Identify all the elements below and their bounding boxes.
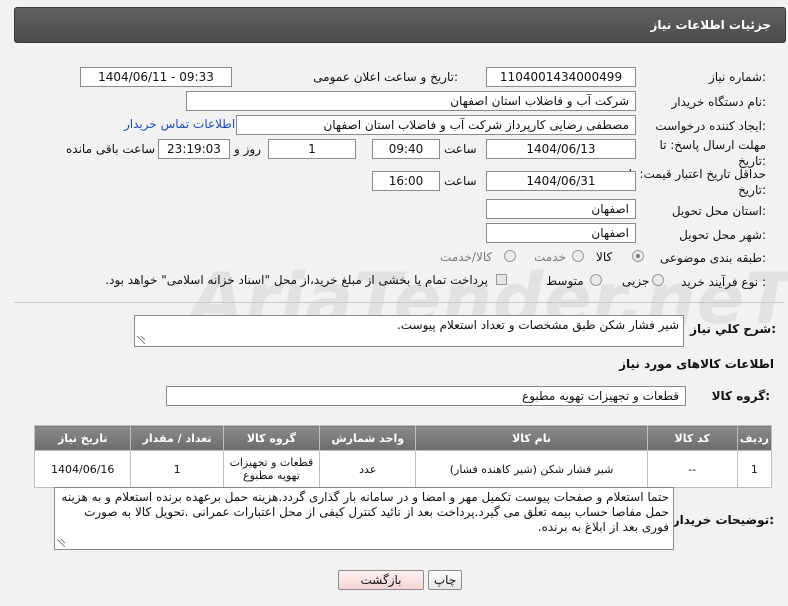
requester-label: ایجاد کننده درخواست:: [655, 119, 766, 133]
cell-group: قطعات و تجهیزات تهویه مطبوع: [222, 450, 321, 488]
buyer-notes-textarea: حتما استعلام و صفحات پیوست تکمیل مهر و ا…: [54, 487, 674, 550]
delivery-province-label: استان محل تحویل:: [671, 204, 766, 218]
need-number-field: 1104001434000499: [486, 67, 636, 87]
process-radio-medium[interactable]: [590, 274, 602, 286]
category-radio-goods-service[interactable]: [504, 250, 516, 262]
deadline-date-field: 1404/06/13: [486, 139, 636, 159]
delivery-city-label: شهر محل تحویل:: [679, 228, 766, 242]
description-textarea: شیر فشار شکن طبق مشخصات و تعداد استعلام …: [134, 315, 684, 347]
resize-grip-icon[interactable]: [57, 539, 65, 547]
cell-qty: 1: [130, 450, 224, 488]
col-qty: تعداد / مقدار: [130, 425, 224, 451]
cell-row: 1: [736, 450, 773, 488]
remaining-time-field: 23:19:03: [158, 139, 230, 159]
process-option-minor: جزیی: [622, 274, 650, 288]
goods-group-label: گروه کالا:: [711, 389, 770, 403]
category-option-goods-service: کالا/خدمت: [440, 250, 493, 264]
category-option-service: خدمت: [534, 250, 566, 264]
announce-datetime-label: تاریخ و ساعت اعلان عمومی:: [313, 70, 458, 84]
goods-table: ردیف کد کالا نام کالا واحد شمارش گروه کا…: [33, 425, 773, 488]
col-group: گروه کالا: [222, 425, 321, 451]
description-label: شرح کلي نياز:: [690, 322, 776, 336]
price-validity-date-field: 1404/06/31: [486, 171, 636, 191]
price-validity-label: حداقل تاریخ اعتبار قیمت: تا تاریخ:: [628, 167, 766, 197]
process-radio-minor[interactable]: [652, 274, 664, 286]
section-divider: [14, 302, 784, 303]
cell-name: شیر فشار شکن (شیر کاهنده فشار): [415, 450, 648, 488]
buyer-org-field: شرکت آب و فاضلاب استان اصفهان: [186, 91, 636, 111]
process-type-label: نوع فرآیند خرید :: [681, 275, 766, 289]
description-text: شیر فشار شکن طبق مشخصات و تعداد استعلام …: [396, 318, 679, 332]
price-validity-time-field: 16:00: [372, 171, 440, 191]
delivery-city-field: اصفهان: [486, 223, 636, 243]
remaining-time-label: ساعت باقی مانده: [66, 142, 156, 156]
col-row: ردیف: [736, 425, 773, 451]
col-code: کد کالا: [646, 425, 738, 451]
col-unit: واحد شمارش: [319, 425, 417, 451]
cell-date: 1404/06/16: [33, 450, 132, 488]
page-title: جزئیات اطلاعات نیاز: [650, 18, 771, 32]
buyer-notes-text: حتما استعلام و صفحات پیوست تکمیل مهر و ا…: [61, 490, 669, 534]
cell-unit: عدد: [319, 450, 417, 488]
table-row: 1 -- شیر فشار شکن (شیر کاهنده فشار) عدد …: [33, 450, 773, 488]
goods-group-field: قطعات و تجهیزات تهویه مطبوع: [166, 386, 686, 406]
buyer-org-label: نام دستگاه خریدار:: [671, 95, 767, 109]
category-radio-goods[interactable]: [632, 250, 644, 262]
deadline-days-label: روز و: [234, 142, 261, 156]
deadline-time-field: 09:40: [372, 139, 440, 159]
cell-code: --: [646, 450, 738, 488]
col-date: تاریخ نیاز: [33, 425, 132, 451]
delivery-province-field: اصفهان: [486, 199, 636, 219]
treasury-payment-text: پرداخت تمام یا بخشی از مبلغ خرید،از محل …: [105, 273, 488, 287]
back-button[interactable]: بازگشت: [338, 570, 424, 590]
need-number-label: شماره نیاز:: [708, 70, 766, 84]
print-button[interactable]: چاپ: [428, 570, 462, 590]
resize-grip-icon[interactable]: [137, 336, 145, 344]
treasury-payment-checkbox[interactable]: [496, 274, 507, 285]
deadline-time-label: ساعت: [444, 142, 477, 156]
page-header: جزئیات اطلاعات نیاز: [14, 7, 786, 43]
deadline-days-field: 1: [268, 139, 356, 159]
col-name: نام کالا: [415, 425, 648, 451]
goods-table-header: ردیف کد کالا نام کالا واحد شمارش گروه کا…: [33, 425, 773, 451]
announce-datetime-field: 1404/06/11 - 09:33: [80, 67, 232, 87]
goods-section-title: اطلاعات کالاهای مورد نیاز: [619, 357, 774, 371]
price-validity-time-label: ساعت: [444, 174, 477, 188]
category-option-goods: کالا: [596, 250, 613, 264]
deadline-label: مهلت ارسال پاسخ: تا تاریخ:: [659, 138, 766, 168]
category-label: طبقه بندی موضوعی:: [659, 251, 766, 265]
process-option-medium: متوسط: [546, 274, 584, 288]
buyer-contact-link[interactable]: اطلاعات تماس خریدار: [124, 117, 235, 131]
requester-field: مصطفی رضایی کارپرداز شرکت آب و فاضلاب اس…: [236, 115, 636, 135]
buyer-notes-label: توضیحات خریدار:: [672, 513, 774, 527]
category-radio-service[interactable]: [572, 250, 584, 262]
